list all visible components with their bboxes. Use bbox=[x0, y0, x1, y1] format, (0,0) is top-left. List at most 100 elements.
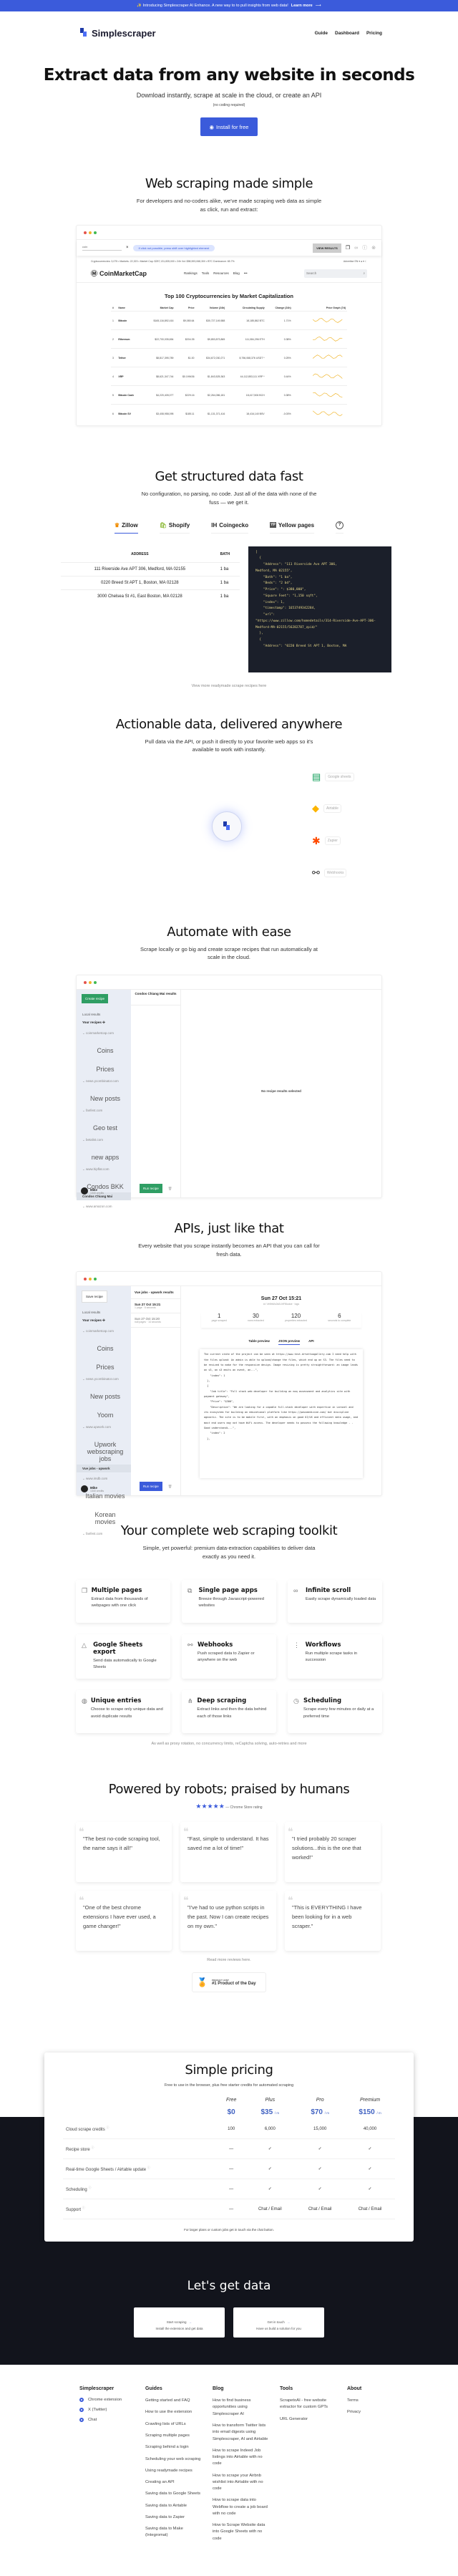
sidebar-item[interactable]: Prices bbox=[77, 1361, 131, 1373]
tab-json-preview[interactable]: JSON preview bbox=[278, 1339, 301, 1346]
sidebar-item[interactable]: Coins bbox=[77, 1343, 131, 1354]
sidebar-item[interactable]: new apps bbox=[77, 1152, 131, 1163]
cmc-link[interactable]: Blog bbox=[233, 271, 240, 275]
help-icon[interactable]: ⓘ bbox=[362, 244, 367, 251]
sidebar-item[interactable]: ⌄ www.upwork.com bbox=[77, 1421, 131, 1432]
footer-guide-link[interactable]: Using readymade recipes bbox=[145, 2468, 203, 2474]
close-circle-icon[interactable]: ⊗ bbox=[371, 245, 376, 251]
infinite-icon[interactable]: ∞ bbox=[354, 246, 358, 251]
footer-guide-link[interactable]: Scheduling your web scraping bbox=[145, 2456, 203, 2463]
sidebar-item[interactable]: ⌄ coinmarketcap.com bbox=[77, 1027, 131, 1038]
user-profile[interactable]: Mike 1340 credits bbox=[81, 1485, 104, 1493]
footer-guide-link[interactable]: Crawling lists of URLs bbox=[145, 2421, 203, 2428]
table-row[interactable]: 4 XRP $8,621,347,744 $0.199436 $1,843,525,36… bbox=[111, 367, 347, 386]
sidebar-item[interactable]: ⌄ fanfest.com bbox=[77, 1104, 131, 1115]
start-scraping-button[interactable]: Start scraping → Install the extension an… bbox=[134, 2307, 225, 2338]
footer-tool-link[interactable]: ScrapetoAI - free website extractor for … bbox=[280, 2398, 337, 2411]
sidebar-item[interactable]: Your recipes ✣ bbox=[77, 1018, 131, 1027]
sidebar-item[interactable]: ⌄ betalist.com bbox=[77, 1134, 131, 1144]
nav-link-pricing[interactable]: Pricing bbox=[366, 31, 382, 36]
sidebar-item[interactable]: Vue jobs - upwork bbox=[77, 1465, 131, 1473]
sidebar-item[interactable]: Local results bbox=[77, 1308, 131, 1316]
run-item[interactable]: Sun 27 Oct 15:20 null pages · 14 seconds bbox=[131, 1313, 180, 1328]
run-recipe-button[interactable]: Run recipe bbox=[140, 1184, 162, 1193]
cmc-link[interactable]: ••• bbox=[244, 271, 248, 275]
brand-logo[interactable]: Simplescraper bbox=[80, 28, 156, 39]
table-row[interactable]: 2 Ethereum $22,700,035,654 $204.35 $9,853,87… bbox=[111, 329, 347, 349]
sidebar-item[interactable]: Your recipes ✣ bbox=[77, 1316, 131, 1325]
footer-guide-link[interactable]: Saving data to Airtable bbox=[145, 2503, 203, 2509]
info-icon[interactable]: ⓘ bbox=[82, 2206, 85, 2209]
nav-link-dashboard[interactable]: Dashboard bbox=[335, 31, 359, 36]
footer-tool-link[interactable]: URL Generator bbox=[280, 2416, 337, 2423]
sidebar-item[interactable]: ⌄ news.ycombinator.com bbox=[77, 1373, 131, 1384]
info-icon[interactable]: ⓘ bbox=[91, 2146, 94, 2149]
read-more-reviews-link[interactable]: Read more reviews here. bbox=[0, 1958, 458, 1962]
footer-blog-link[interactable]: How to find business opportunities using… bbox=[213, 2398, 270, 2418]
footer-about-link[interactable]: Terms bbox=[347, 2398, 404, 2404]
json-preview-panel[interactable]: The current state of the project can be … bbox=[200, 1349, 363, 1478]
cmc-link[interactable]: Resources bbox=[213, 271, 229, 275]
footer-blog-link[interactable]: How to scrape Indeed Job listings into A… bbox=[213, 2448, 270, 2468]
tab-help[interactable]: ? bbox=[336, 521, 344, 534]
footer-guide-link[interactable]: Scraping behind a login bbox=[145, 2444, 203, 2451]
trash-icon[interactable]: 🗑 bbox=[168, 1187, 172, 1191]
sidebar-item[interactable]: ⌄ www.imdb.com bbox=[77, 1472, 131, 1483]
selector-input[interactable]: coin bbox=[82, 245, 122, 251]
sidebar-item[interactable]: ⌄ coinmarketcap.com bbox=[77, 1325, 131, 1336]
run-recipe-button[interactable]: Run recipe bbox=[140, 1482, 162, 1492]
cmc-link[interactable]: Rankings bbox=[184, 271, 198, 275]
sidebar-item[interactable]: Geo test bbox=[77, 1122, 131, 1134]
sidebar-item[interactable]: Yoom bbox=[77, 1409, 131, 1421]
sidebar-item[interactable]: Upwork webscraping jobs bbox=[77, 1439, 131, 1465]
footer-blog-link[interactable]: How to transform Twitter lists into emai… bbox=[213, 2423, 270, 2443]
footer-link-twitter[interactable]: X (Twitter) bbox=[79, 2408, 145, 2413]
cmc-link[interactable]: Tools bbox=[202, 271, 210, 275]
footer-guide-link[interactable]: Getting started and FAQ bbox=[145, 2398, 203, 2404]
sidebar-item[interactable]: Prices bbox=[77, 1063, 131, 1075]
sidebar-item[interactable]: New posts bbox=[77, 1391, 131, 1402]
close-icon[interactable]: × bbox=[126, 246, 129, 250]
view-results-button[interactable]: VIEW RESULTS bbox=[313, 243, 341, 253]
footer-blog-link[interactable]: How to scrape data into Webflow to creat… bbox=[213, 2497, 270, 2517]
table-row[interactable]: 6 Bitcoin SV $3,408,958,095 $185.11 $1,131,3… bbox=[111, 404, 347, 423]
footer-guide-link[interactable]: Scraping multiple pages bbox=[145, 2433, 203, 2439]
sidebar-item[interactable]: ⌄ www.amazon.com bbox=[77, 1200, 131, 1211]
sidebar-item[interactable]: Korean movies bbox=[77, 1509, 131, 1528]
install-for-free-button[interactable]: ◉ Install for free bbox=[200, 117, 258, 136]
save-recipe-button[interactable]: Save recipe bbox=[82, 1291, 107, 1303]
table-row[interactable]: 3 Tether $8,817,395,789 $1.00 $34,672,030,27… bbox=[111, 348, 347, 367]
trash-icon[interactable]: 🗑 bbox=[168, 1485, 172, 1489]
tab-coingecko[interactable]: IH Coingecko bbox=[211, 521, 249, 534]
footer-blog-link[interactable]: How to scrape your Airbnb wishlist into … bbox=[213, 2473, 270, 2493]
user-profile[interactable]: Mike 1340 credits bbox=[81, 1187, 104, 1195]
info-icon[interactable]: ⓘ bbox=[147, 2166, 150, 2169]
nav-link-guide[interactable]: Guide bbox=[315, 31, 328, 36]
product-hunt-badge[interactable]: 🏅 PRODUCT HUNT #1 Product of the Day bbox=[192, 1972, 266, 1993]
footer-guide-link[interactable]: Saving data to Zapier bbox=[145, 2514, 203, 2521]
sidebar-item[interactable]: ⌄ www.hipflat.com bbox=[77, 1163, 131, 1174]
info-icon[interactable]: ⓘ bbox=[106, 2126, 109, 2129]
tab-zillow[interactable]: ♛ Zillow bbox=[114, 521, 138, 534]
copy-icon[interactable]: ❐ bbox=[346, 245, 350, 251]
sidebar-item[interactable]: Local results bbox=[77, 1010, 131, 1018]
tab-yellow-pages[interactable]: YP Yellow pages bbox=[270, 521, 315, 534]
footer-guide-link[interactable]: Saving data to Make (Integromat) bbox=[145, 2526, 203, 2539]
footer-link-chrome[interactable]: Chrome extension bbox=[79, 2398, 145, 2403]
banner-learn-more-link[interactable]: Learn more bbox=[291, 4, 313, 8]
sidebar-item[interactable]: ⌄ fanfest.com bbox=[77, 1528, 131, 1538]
footer-link-chat[interactable]: Chat bbox=[79, 2418, 145, 2423]
footer-blog-link[interactable]: How to Scrape Website data into Google S… bbox=[213, 2522, 270, 2542]
footer-about-link[interactable]: Privacy bbox=[347, 2409, 404, 2416]
tab-shopify[interactable]: 🛍 Shopify bbox=[159, 521, 190, 534]
tab-table-preview[interactable]: Table preview bbox=[248, 1339, 269, 1345]
info-icon[interactable]: ⓘ bbox=[88, 2186, 91, 2189]
tab-api[interactable]: API bbox=[308, 1339, 314, 1345]
cmc-search-input[interactable]: Search ⌕ bbox=[304, 269, 367, 278]
footer-guide-link[interactable]: How to use the extension bbox=[145, 2409, 203, 2416]
table-row[interactable]: 1 Bitcoin $165,116,892,416 $9,080.64 $30,727… bbox=[111, 311, 347, 330]
get-in-touch-button[interactable]: Get in touch → Have us build a solution f… bbox=[233, 2307, 324, 2338]
footer-guide-link[interactable]: Saving data to Google Sheets bbox=[145, 2491, 203, 2497]
create-recipe-button[interactable]: Create recipe bbox=[82, 994, 109, 1003]
sidebar-item[interactable]: Coins bbox=[77, 1045, 131, 1056]
